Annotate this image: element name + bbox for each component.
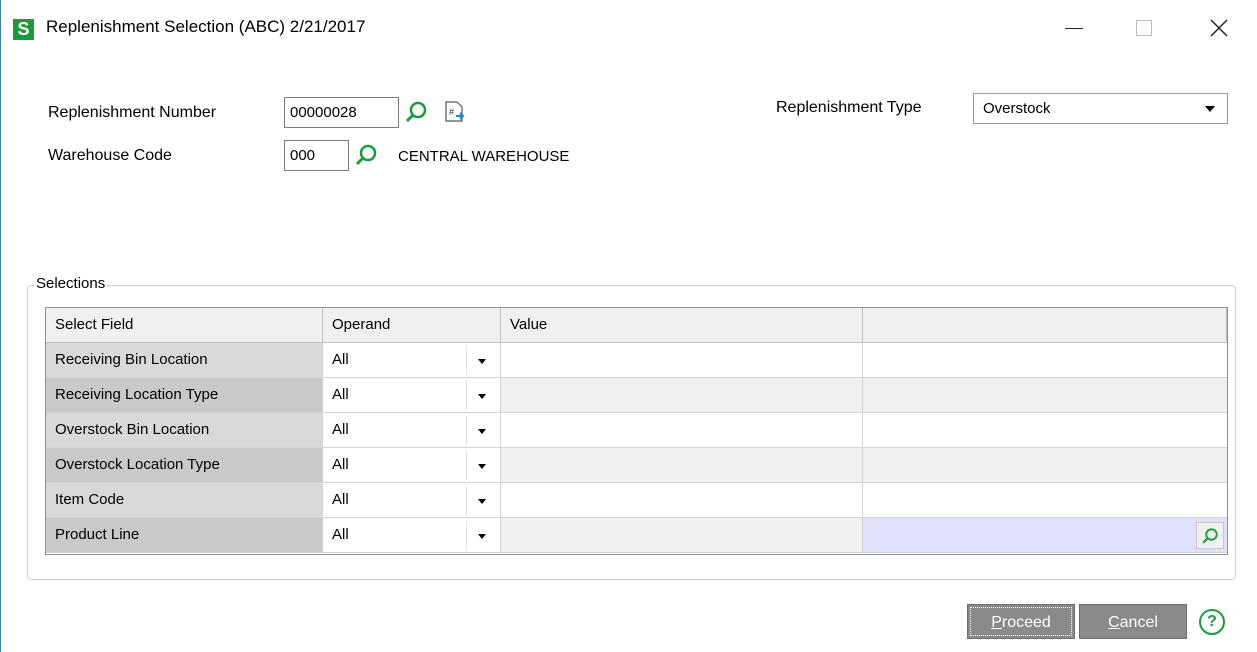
- operand-cell[interactable]: All: [323, 448, 501, 483]
- select-field-cell: Product Line: [46, 518, 323, 553]
- table-row[interactable]: Product Line All: [46, 518, 1227, 553]
- operand-value: All: [332, 456, 349, 473]
- operand-value: All: [332, 386, 349, 403]
- grid-header-row: Select Field Operand Value: [46, 308, 1227, 343]
- operand-value: All: [332, 526, 349, 543]
- extra-cell[interactable]: [863, 413, 1227, 448]
- chevron-down-icon: [478, 394, 486, 399]
- operand-value: All: [332, 421, 349, 438]
- value-cell[interactable]: [501, 378, 863, 413]
- proceed-label: roceed: [1001, 614, 1051, 631]
- cancel-button[interactable]: Cancel: [1079, 604, 1187, 639]
- chevron-down-icon: [478, 429, 486, 434]
- minimize-button[interactable]: [1049, 8, 1099, 48]
- table-row[interactable]: Receiving Location Type All: [46, 378, 1227, 413]
- select-field-cell: Overstock Location Type: [46, 448, 323, 483]
- maximize-icon: [1136, 20, 1152, 36]
- help-icon: ?: [1207, 613, 1217, 630]
- close-icon: [1210, 19, 1228, 37]
- app-logo-icon: S: [13, 19, 34, 40]
- chevron-down-icon: [1205, 106, 1215, 112]
- replenishment-type-label: Replenishment Type: [776, 99, 922, 116]
- table-row[interactable]: Overstock Bin Location All: [46, 413, 1227, 448]
- warehouse-code-label: Warehouse Code: [48, 147, 172, 164]
- window-title: Replenishment Selection (ABC) 2/21/2017: [46, 17, 366, 36]
- selections-grid: Select Field Operand Value Receiving Bin…: [45, 307, 1228, 555]
- extra-cell[interactable]: [863, 343, 1227, 378]
- replenishment-number-label: Replenishment Number: [48, 104, 217, 121]
- svg-text:#: #: [449, 107, 454, 117]
- proceed-button[interactable]: Proceed: [967, 604, 1075, 639]
- help-button[interactable]: ?: [1199, 609, 1225, 635]
- replenishment-type-select[interactable]: Overstock: [973, 93, 1228, 124]
- value-cell[interactable]: [501, 518, 863, 553]
- chevron-down-icon: [478, 359, 486, 364]
- cancel-label: ancel: [1119, 614, 1158, 631]
- close-button[interactable]: [1194, 8, 1244, 48]
- column-header-select-field[interactable]: Select Field: [46, 308, 323, 343]
- product-line-lookup-button[interactable]: [1196, 522, 1224, 549]
- minimize-icon: [1065, 27, 1083, 29]
- maximize-button[interactable]: [1119, 8, 1169, 48]
- extra-cell[interactable]: [863, 518, 1227, 553]
- replenishment-number-input[interactable]: 00000028: [284, 97, 399, 128]
- extra-cell[interactable]: [863, 378, 1227, 413]
- operand-cell[interactable]: All: [323, 343, 501, 378]
- column-header-operand[interactable]: Operand: [323, 308, 501, 343]
- operand-value: All: [332, 491, 349, 508]
- warehouse-code-input[interactable]: 000: [284, 140, 349, 171]
- search-icon: [1202, 527, 1218, 544]
- value-cell[interactable]: [501, 343, 863, 378]
- table-row[interactable]: Item Code All: [46, 483, 1227, 518]
- chevron-down-icon: [478, 464, 486, 469]
- search-icon: [405, 101, 427, 123]
- select-field-cell: Item Code: [46, 483, 323, 518]
- operand-dropdown-button[interactable]: [466, 521, 496, 550]
- operand-dropdown-button[interactable]: [466, 346, 496, 375]
- chevron-down-icon: [478, 534, 486, 539]
- extra-cell[interactable]: [863, 448, 1227, 483]
- select-field-cell: Receiving Bin Location: [46, 343, 323, 378]
- cancel-accelerator: C: [1108, 614, 1120, 631]
- table-row[interactable]: Overstock Location Type All: [46, 448, 1227, 483]
- selections-group-label: Selections: [34, 275, 108, 292]
- search-icon: [355, 144, 377, 166]
- replenishment-type-value: Overstock: [983, 100, 1051, 117]
- replenishment-selection-window: S Replenishment Selection (ABC) 2/21/201…: [0, 0, 1257, 652]
- operand-cell[interactable]: All: [323, 518, 501, 553]
- proceed-accelerator: P: [991, 614, 1002, 631]
- table-row[interactable]: Receiving Bin Location All: [46, 343, 1227, 378]
- operand-value: All: [332, 351, 349, 368]
- operand-dropdown-button[interactable]: [466, 451, 496, 480]
- replenishment-number-lookup-button[interactable]: [404, 100, 428, 124]
- warehouse-code-lookup-button[interactable]: [354, 143, 378, 167]
- column-header-value[interactable]: Value: [501, 308, 863, 343]
- operand-cell[interactable]: All: [323, 378, 501, 413]
- operand-cell[interactable]: All: [323, 413, 501, 448]
- extra-cell[interactable]: [863, 483, 1227, 518]
- value-cell[interactable]: [501, 413, 863, 448]
- warehouse-name: CENTRAL WAREHOUSE: [398, 148, 570, 165]
- chevron-down-icon: [478, 499, 486, 504]
- next-number-button[interactable]: #: [443, 100, 467, 124]
- column-header-extra[interactable]: [863, 308, 1227, 343]
- operand-dropdown-button[interactable]: [466, 381, 496, 410]
- operand-cell[interactable]: All: [323, 483, 501, 518]
- title-bar: S Replenishment Selection (ABC) 2/21/201…: [1, 0, 1257, 56]
- select-field-cell: Overstock Bin Location: [46, 413, 323, 448]
- operand-dropdown-button[interactable]: [466, 486, 496, 515]
- select-field-cell: Receiving Location Type: [46, 378, 323, 413]
- next-number-icon: #: [445, 101, 465, 122]
- value-cell[interactable]: [501, 483, 863, 518]
- value-cell[interactable]: [501, 448, 863, 483]
- operand-dropdown-button[interactable]: [466, 416, 496, 445]
